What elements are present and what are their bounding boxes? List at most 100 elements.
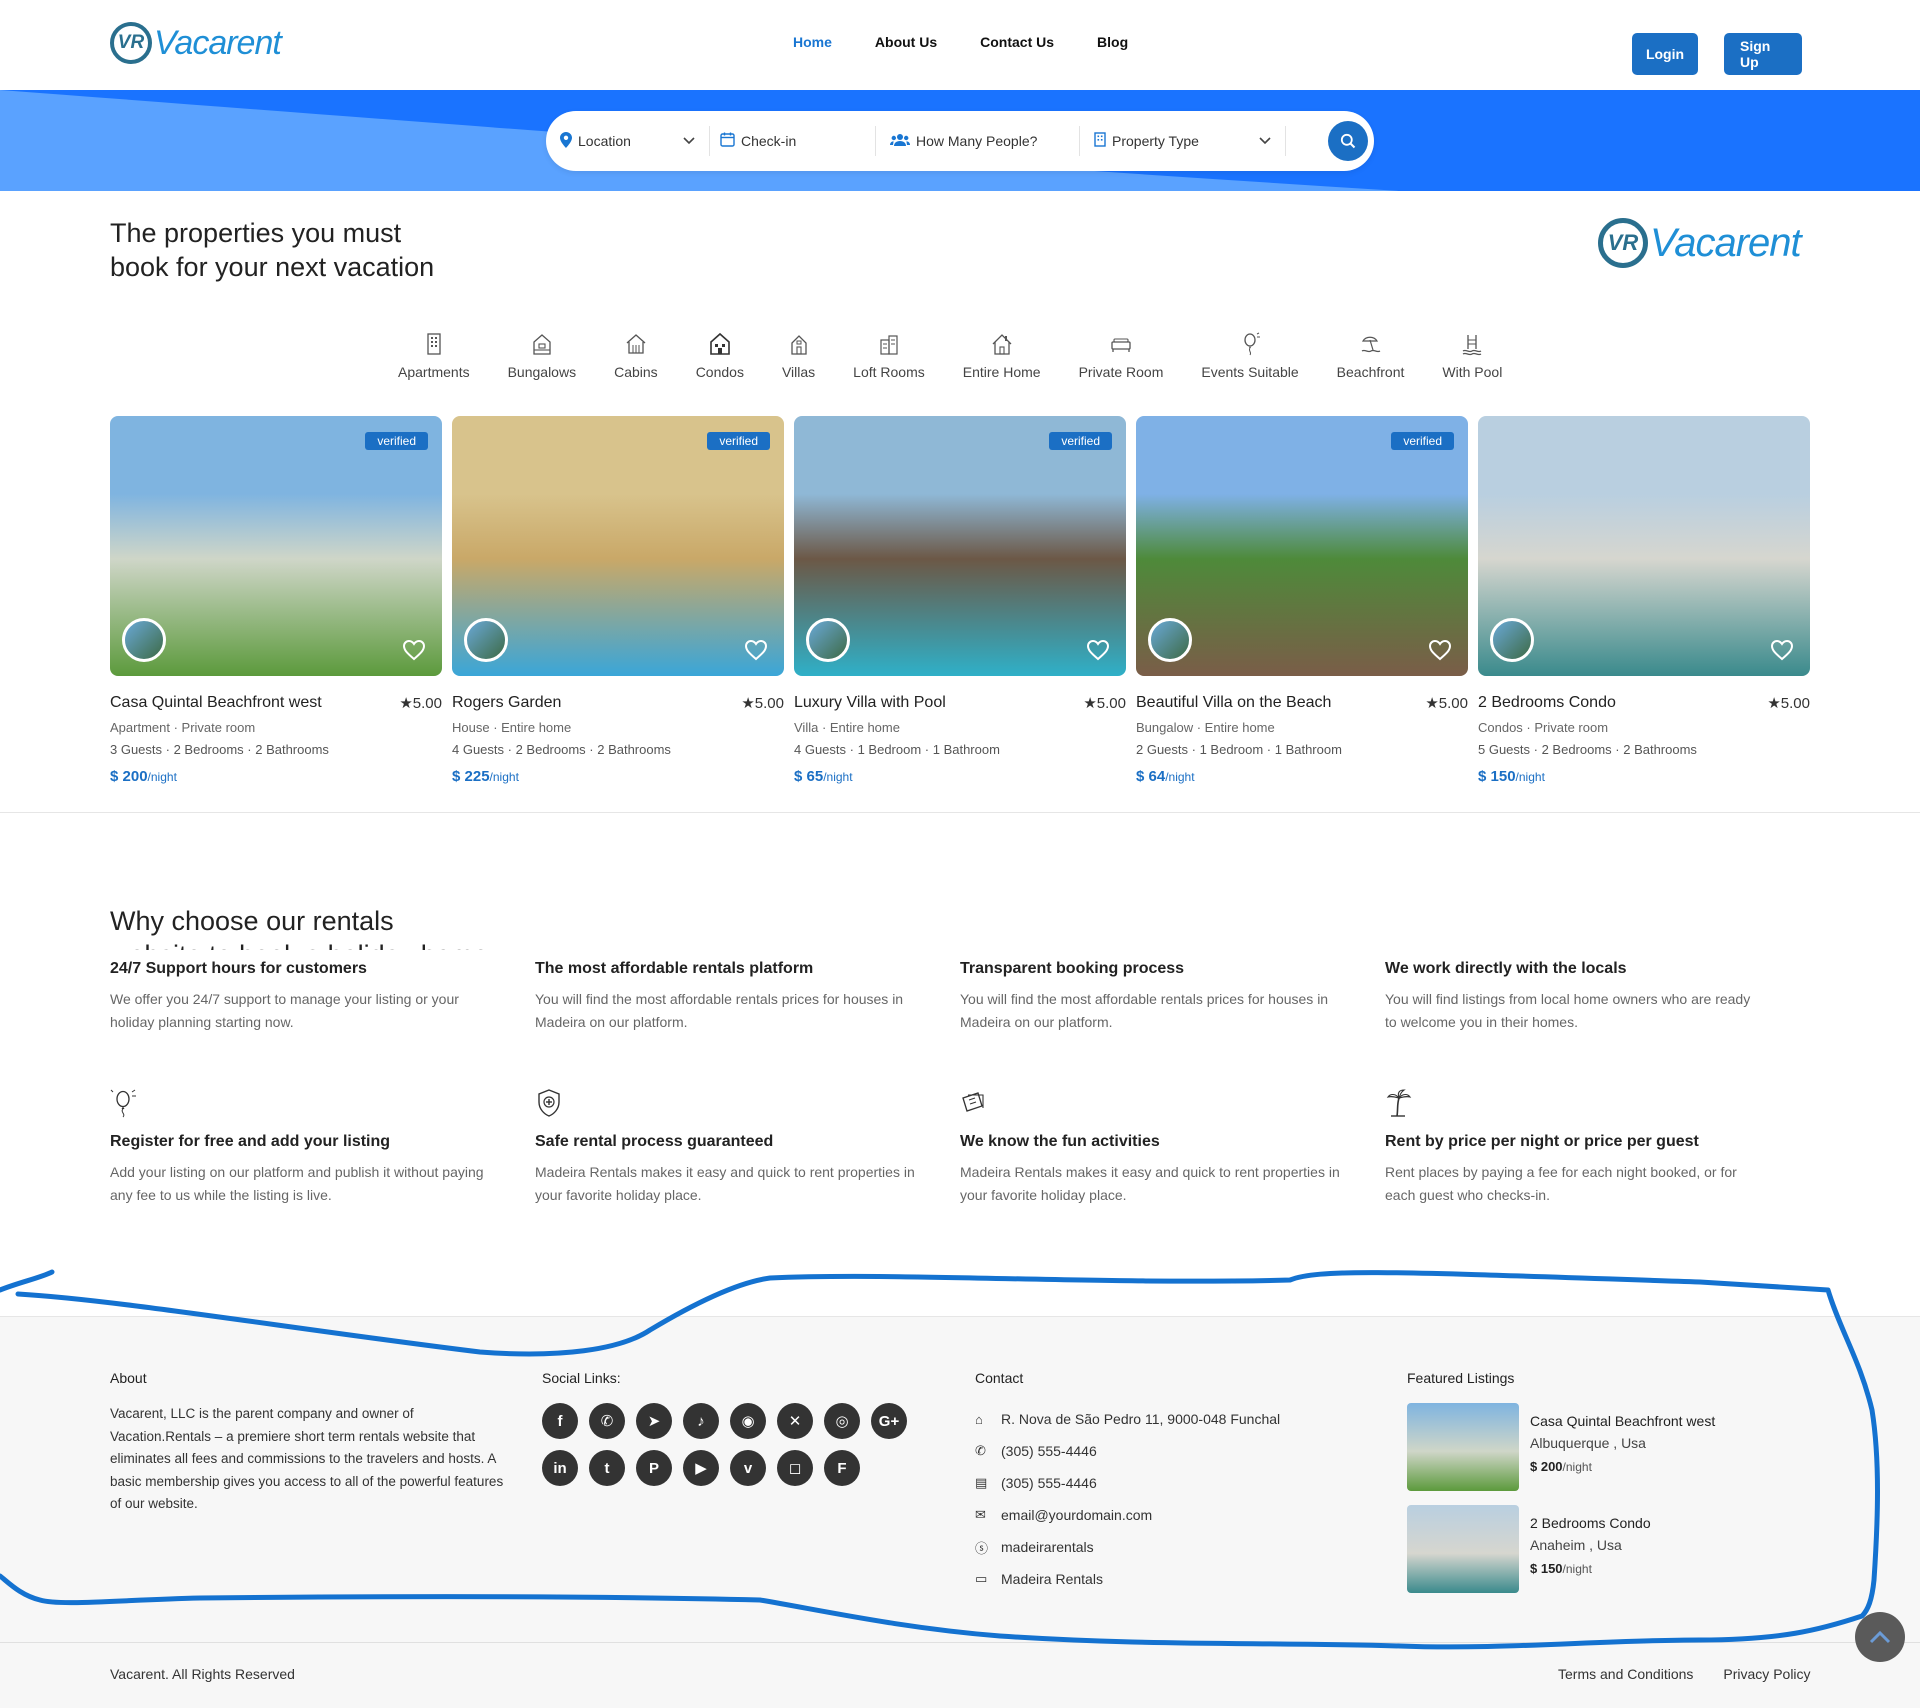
telegram-icon[interactable]: ➤: [636, 1403, 672, 1439]
privacy-link[interactable]: Privacy Policy: [1723, 1666, 1810, 1682]
heart-icon[interactable]: [402, 638, 426, 662]
category-with-pool[interactable]: With Pool: [1442, 332, 1502, 380]
featured-location: Albuquerque , Usa: [1530, 1435, 1646, 1451]
contact-text[interactable]: Madeira Rentals: [1001, 1571, 1103, 1587]
category-events-suitable[interactable]: Events Suitable: [1201, 332, 1299, 380]
nav-blog[interactable]: Blog: [1097, 34, 1128, 50]
listing-type: Villa · Entire home: [794, 720, 900, 735]
listing-rating: 5.00: [412, 695, 442, 712]
listing-name[interactable]: Casa Quintal Beachfront west: [110, 694, 322, 712]
bed-icon: [1111, 338, 1131, 352]
contact-text[interactable]: R. Nova de São Pedro 11, 9000-048 Funcha…: [1001, 1411, 1280, 1427]
listing-name[interactable]: 2 Bedrooms Condo: [1478, 694, 1616, 712]
back-to-top-button[interactable]: [1855, 1612, 1905, 1662]
heart-icon[interactable]: [1770, 638, 1794, 662]
listing-meta: 3 Guests · 2 Bedrooms · 2 Bathrooms: [110, 742, 329, 757]
section-title-line1: The properties you must: [110, 218, 402, 248]
pinterest-icon[interactable]: P: [636, 1450, 672, 1486]
host-avatar[interactable]: [806, 618, 850, 662]
category-entire-home[interactable]: Entire Home: [963, 332, 1041, 380]
instagram-icon[interactable]: ◻: [777, 1450, 813, 1486]
nav-home[interactable]: Home: [793, 34, 832, 50]
heart-icon[interactable]: [1428, 638, 1452, 662]
listing-card[interactable]: verified Casa Quintal Beachfront west ★5…: [110, 416, 442, 785]
calendar-icon: [720, 132, 735, 150]
category-villas[interactable]: Villas: [782, 332, 815, 380]
rss-icon[interactable]: ◉: [730, 1403, 766, 1439]
listing-price: $ 64: [1136, 768, 1166, 785]
category-bungalows[interactable]: Bungalows: [508, 332, 576, 380]
tumblr-icon[interactable]: t: [589, 1450, 625, 1486]
listing-image[interactable]: verified: [1136, 416, 1468, 676]
contact-text[interactable]: (305) 555-4446: [1001, 1475, 1097, 1491]
listing-card[interactable]: 2 Bedrooms Condo ★5.00 Condos · Private …: [1478, 416, 1810, 785]
search-button[interactable]: [1328, 121, 1368, 161]
category-loft-rooms[interactable]: Loft Rooms: [853, 332, 925, 380]
featured-name: Casa Quintal Beachfront west: [1530, 1413, 1716, 1429]
contact-text[interactable]: (305) 555-4446: [1001, 1443, 1097, 1459]
featured-listing[interactable]: Casa Quintal Beachfront west Albuquerque…: [1407, 1403, 1715, 1491]
category-label: Events Suitable: [1201, 364, 1299, 380]
listing-image[interactable]: verified: [110, 416, 442, 676]
youtube-icon[interactable]: ▶: [683, 1450, 719, 1486]
checkin-field[interactable]: Check-in: [710, 126, 876, 156]
category-apartments[interactable]: Apartments: [398, 332, 470, 380]
google-plus-icon[interactable]: G+: [871, 1403, 907, 1439]
home-icon: ⌂: [975, 1411, 983, 1427]
feature-register: Register for free and add your listing A…: [110, 1088, 490, 1207]
facebook-icon[interactable]: f: [542, 1403, 578, 1439]
whatsapp-icon[interactable]: ✆: [589, 1403, 625, 1439]
feature-support: 24/7 Support hours for customers We offe…: [110, 960, 490, 1034]
guests-field[interactable]: How Many People?: [876, 126, 1080, 156]
linkedin-icon[interactable]: in: [542, 1450, 578, 1486]
heart-icon[interactable]: [1086, 638, 1110, 662]
listing-card[interactable]: verified Rogers Garden ★5.00 House · Ent…: [452, 416, 784, 785]
terms-link[interactable]: Terms and Conditions: [1558, 1666, 1693, 1682]
map-pin-icon: [560, 131, 572, 151]
host-avatar[interactable]: [464, 618, 508, 662]
tickets-icon: [962, 1092, 984, 1112]
tiktok-icon[interactable]: ♪: [683, 1403, 719, 1439]
host-avatar[interactable]: [122, 618, 166, 662]
nav-contact-us[interactable]: Contact Us: [980, 34, 1054, 50]
palm-tree-icon: [1386, 1089, 1412, 1117]
category-private-room[interactable]: Private Room: [1079, 332, 1163, 380]
featured-listing[interactable]: 2 Bedrooms Condo Anaheim , Usa $ 150/nig…: [1407, 1505, 1715, 1593]
xing-icon[interactable]: ✕: [777, 1403, 813, 1439]
listing-image[interactable]: verified: [452, 416, 784, 676]
feature-title: We work directly with the locals: [1385, 960, 1627, 977]
category-cabins[interactable]: Cabins: [614, 332, 658, 380]
listing-image[interactable]: [1478, 416, 1810, 676]
section-title: The properties you must book for your ne…: [110, 216, 510, 284]
printer-icon: ▤: [975, 1475, 988, 1490]
signup-button[interactable]: Sign Up: [1724, 33, 1802, 75]
nav-about-us[interactable]: About Us: [875, 34, 937, 50]
contact-text[interactable]: madeirarentals: [1001, 1539, 1094, 1555]
listing-name[interactable]: Rogers Garden: [452, 694, 561, 712]
login-button[interactable]: Login: [1632, 33, 1698, 75]
listing-name[interactable]: Luxury Villa with Pool: [794, 694, 946, 712]
shield-icon: [538, 1089, 560, 1117]
contact-text[interactable]: email@yourdomain.com: [1001, 1507, 1152, 1523]
feature-title: Rent by price per night or price per gue…: [1385, 1133, 1699, 1150]
heart-icon[interactable]: [744, 638, 768, 662]
category-beachfront[interactable]: Beachfront: [1337, 332, 1404, 380]
host-avatar[interactable]: [1490, 618, 1534, 662]
property-type-select[interactable]: Property Type: [1080, 126, 1286, 156]
location-select[interactable]: Location: [546, 126, 710, 156]
site-logo[interactable]: VR Vacarent: [110, 22, 282, 64]
feature-desc: You will find the most affordable rental…: [960, 991, 1329, 1030]
dribbble-icon[interactable]: ◎: [824, 1403, 860, 1439]
bungalow-icon: [533, 334, 551, 355]
listing-card[interactable]: verified Luxury Villa with Pool ★5.00 Vi…: [794, 416, 1126, 785]
category-condos[interactable]: Condos: [696, 332, 744, 380]
listing-name[interactable]: Beautiful Villa on the Beach: [1136, 694, 1331, 712]
listing-image[interactable]: verified: [794, 416, 1126, 676]
foursquare-icon[interactable]: F: [824, 1450, 860, 1486]
vimeo-icon[interactable]: v: [730, 1450, 766, 1486]
listing-type: Bungalow · Entire home: [1136, 720, 1275, 735]
host-avatar[interactable]: [1148, 618, 1192, 662]
contact-item: ✆ (305) 555-4446: [975, 1435, 1280, 1467]
listing-card[interactable]: verified Beautiful Villa on the Beach ★5…: [1136, 416, 1468, 785]
contact-list: ⌂ R. Nova de São Pedro 11, 9000-048 Funch…: [975, 1403, 1280, 1595]
